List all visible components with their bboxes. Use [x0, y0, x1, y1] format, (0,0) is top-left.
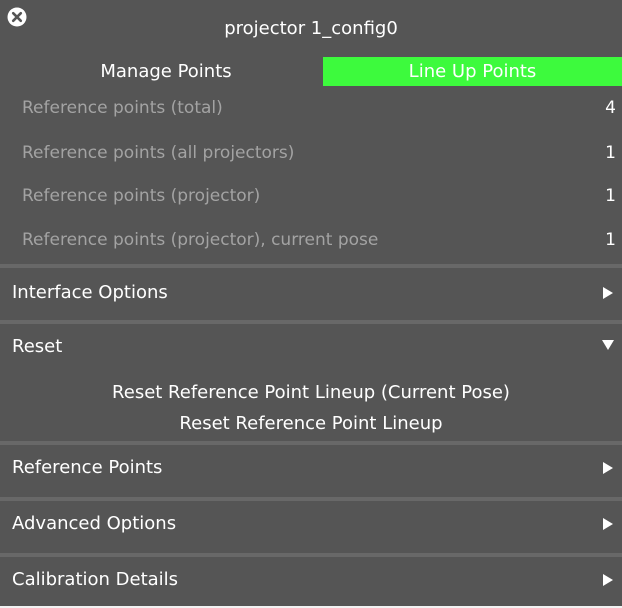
reset-lineup-current-pose-button[interactable]: Reset Reference Point Lineup (Current Po…	[0, 379, 622, 407]
stat-label: Reference points (projector), current po…	[22, 230, 379, 250]
stat-label: Reference points (total)	[22, 98, 223, 118]
arrow-right-icon	[603, 574, 613, 586]
arrow-right-icon	[603, 287, 613, 299]
stat-label: Reference points (all projectors)	[22, 143, 295, 163]
divider	[0, 553, 622, 557]
stat-row-all-projectors: Reference points (all projectors) 1	[0, 139, 622, 167]
projector-config-panel: projector 1_config0 Manage Points Line U…	[0, 0, 622, 606]
divider	[0, 441, 622, 445]
stat-value: 1	[605, 143, 616, 163]
section-interface-options[interactable]: Interface Options	[0, 273, 622, 313]
section-label: Advanced Options	[12, 513, 177, 534]
section-advanced-options[interactable]: Advanced Options	[0, 504, 622, 544]
divider	[0, 497, 622, 501]
section-label: Interface Options	[12, 282, 168, 303]
title-bar: projector 1_config0	[0, 0, 622, 58]
section-label: Reset	[12, 336, 63, 357]
divider	[0, 264, 622, 268]
divider	[0, 320, 622, 324]
stat-value: 4	[605, 98, 616, 118]
stat-label: Reference points (projector)	[22, 186, 261, 206]
stat-value: 1	[605, 230, 616, 250]
arrow-right-icon	[603, 462, 613, 474]
arrow-right-icon	[603, 518, 613, 530]
window-title: projector 1_config0	[224, 18, 398, 39]
mode-tabs: Manage Points Line Up Points	[0, 57, 622, 86]
stat-row-projector: Reference points (projector) 1	[0, 182, 622, 210]
reset-lineup-button[interactable]: Reset Reference Point Lineup	[0, 410, 622, 438]
stat-row-total: Reference points (total) 4	[0, 94, 622, 122]
section-label: Reference Points	[12, 457, 163, 478]
stat-row-current-pose: Reference points (projector), current po…	[0, 226, 622, 254]
stat-value: 1	[605, 186, 616, 206]
tab-manage-points[interactable]: Manage Points	[0, 57, 332, 86]
tab-line-up-points[interactable]: Line Up Points	[323, 57, 622, 86]
section-label: Calibration Details	[12, 569, 179, 590]
section-reference-points[interactable]: Reference Points	[0, 448, 622, 488]
arrow-down-icon	[602, 340, 614, 350]
section-reset[interactable]: Reset	[0, 327, 622, 367]
section-calibration-details[interactable]: Calibration Details	[0, 560, 622, 600]
